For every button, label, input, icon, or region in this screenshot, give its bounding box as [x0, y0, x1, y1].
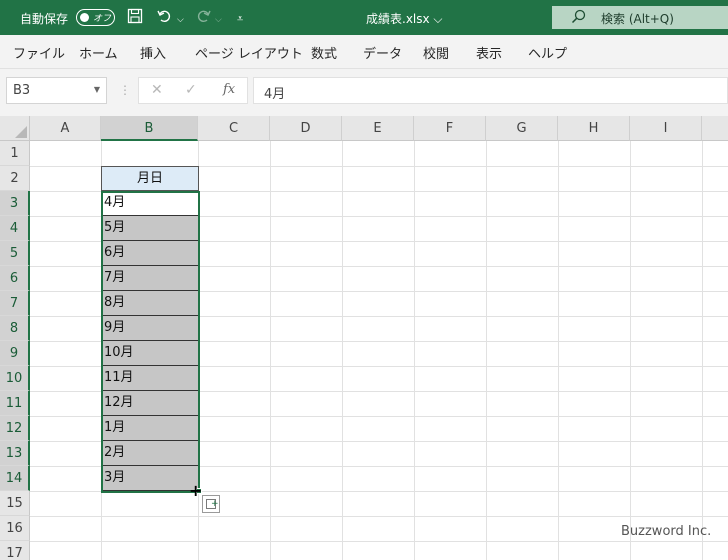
column-header-b[interactable]: B — [101, 116, 198, 141]
column-header-d[interactable]: D — [270, 116, 342, 141]
row-header-12[interactable]: 12 — [0, 416, 30, 441]
select-all-button[interactable] — [0, 116, 30, 141]
redo-dropdown-icon[interactable]: ⌵ — [215, 11, 222, 29]
gridline — [486, 141, 487, 560]
column-header-f[interactable]: F — [414, 116, 486, 141]
cell-b14[interactable]: 3月 — [101, 466, 199, 491]
name-box-value: B3 — [13, 83, 31, 98]
tab-home[interactable]: ホーム — [79, 43, 118, 62]
select-all-icon — [15, 126, 27, 138]
row-header-10[interactable]: 10 — [0, 366, 30, 391]
autosave-knob — [80, 12, 89, 22]
tab-review[interactable]: 校閲 — [423, 43, 449, 62]
cell-b5[interactable]: 6月 — [101, 241, 199, 266]
row-header-13[interactable]: 13 — [0, 441, 30, 466]
gridline — [558, 141, 559, 560]
row-header-5[interactable]: 5 — [0, 241, 30, 266]
row-header-6[interactable]: 6 — [0, 266, 30, 291]
cell-b4[interactable]: 5月 — [101, 216, 199, 241]
row-header-14[interactable]: 14 — [0, 466, 30, 491]
redo-icon[interactable] — [195, 8, 211, 28]
formula-value: 4月 — [264, 87, 286, 102]
watermark: Buzzword Inc. — [621, 524, 712, 539]
tab-help[interactable]: ヘルプ — [528, 43, 567, 62]
gridline — [30, 516, 728, 517]
enter-icon[interactable]: ✓ — [185, 82, 197, 98]
gridline — [30, 541, 728, 542]
cancel-icon[interactable]: ✕ — [151, 82, 163, 98]
customize-toolbar-icon[interactable]: ⩡ — [237, 10, 243, 28]
column-header-e[interactable]: E — [342, 116, 414, 141]
worksheet-grid[interactable]: A B C D E F G H I 1 2 3 4 5 6 7 8 9 10 1… — [0, 116, 728, 560]
ribbon-tabs: ファイル ホーム 挿入 ページ レイアウト 数式 データ 校閲 表示 ヘルプ — [0, 35, 728, 69]
row-header-1[interactable]: 1 — [0, 141, 30, 166]
cell-b7[interactable]: 8月 — [101, 291, 199, 316]
column-header-h[interactable]: H — [558, 116, 630, 141]
undo-icon[interactable] — [157, 8, 173, 28]
autofill-options-button[interactable]: + — [202, 495, 220, 513]
search-placeholder: 検索 (Alt+Q) — [601, 12, 674, 26]
formula-buttons: ✕ ✓ fx — [138, 77, 248, 104]
search-box[interactable]: 検索 (Alt+Q) — [552, 6, 728, 29]
row-header-11[interactable]: 11 — [0, 391, 30, 416]
insert-function-icon[interactable]: fx — [223, 82, 235, 97]
row-header-3[interactable]: 3 — [0, 191, 30, 216]
row-header-17[interactable]: 17 — [0, 541, 30, 560]
cell-b13[interactable]: 2月 — [101, 441, 199, 466]
column-header-a[interactable]: A — [30, 116, 101, 141]
tab-page-layout[interactable]: ページ レイアウト — [195, 43, 303, 62]
save-icon[interactable] — [127, 8, 143, 28]
tab-formulas[interactable]: 数式 — [311, 43, 337, 62]
autofill-plus-icon: + — [211, 499, 219, 509]
tab-data[interactable]: データ — [363, 43, 402, 62]
row-header-15[interactable]: 15 — [0, 491, 30, 516]
column-header-i[interactable]: I — [630, 116, 702, 141]
gridline — [342, 141, 343, 560]
column-header-g[interactable]: G — [486, 116, 558, 141]
row-header-4[interactable]: 4 — [0, 216, 30, 241]
row-header-16[interactable]: 16 — [0, 516, 30, 541]
formula-input[interactable]: 4月 — [253, 77, 728, 104]
autosave-label: 自動保存 — [20, 12, 69, 26]
more-options-icon: ⋮ — [119, 83, 131, 97]
cell-b10[interactable]: 11月 — [101, 366, 199, 391]
autosave-toggle[interactable]: オフ — [76, 9, 115, 26]
column-header-j[interactable] — [702, 116, 728, 141]
autosave-state: オフ — [93, 14, 112, 24]
cell-b3[interactable]: 4月 — [101, 191, 199, 216]
tab-insert[interactable]: 挿入 — [140, 43, 166, 62]
row-header-8[interactable]: 8 — [0, 316, 30, 341]
gridline — [414, 141, 415, 560]
gridline — [30, 491, 728, 492]
cell-b12[interactable]: 1月 — [101, 416, 199, 441]
undo-dropdown-icon[interactable]: ⌵ — [177, 11, 184, 29]
gridline — [702, 141, 703, 560]
cell-b2-header[interactable]: 月日 — [101, 166, 199, 191]
cell-b8[interactable]: 9月 — [101, 316, 199, 341]
tab-file[interactable]: ファイル — [13, 43, 65, 62]
row-header-9[interactable]: 9 — [0, 341, 30, 366]
formula-bar: B3 ▼ ⋮ ✕ ✓ fx 4月 — [0, 69, 728, 116]
chevron-down-icon[interactable]: ▼ — [94, 85, 100, 94]
cell-b9[interactable]: 10月 — [101, 341, 199, 366]
tab-view[interactable]: 表示 — [476, 43, 502, 62]
cell-b6[interactable]: 7月 — [101, 266, 199, 291]
cell-b11[interactable]: 12月 — [101, 391, 199, 416]
gridline — [270, 141, 271, 560]
row-header-7[interactable]: 7 — [0, 291, 30, 316]
crosshair-cursor-icon: + — [189, 481, 203, 500]
name-box[interactable]: B3 ▼ — [6, 77, 107, 104]
file-title[interactable]: 成績表.xlsx ⌵ — [366, 10, 443, 27]
gridline — [630, 141, 631, 560]
title-bar: 自動保存 オフ ⌵ ⌵ ⩡ 成績表.xlsx ⌵ 検索 (Alt+Q) — [0, 0, 728, 35]
search-icon — [571, 9, 586, 28]
row-header-2[interactable]: 2 — [0, 166, 30, 191]
column-header-c[interactable]: C — [198, 116, 270, 141]
